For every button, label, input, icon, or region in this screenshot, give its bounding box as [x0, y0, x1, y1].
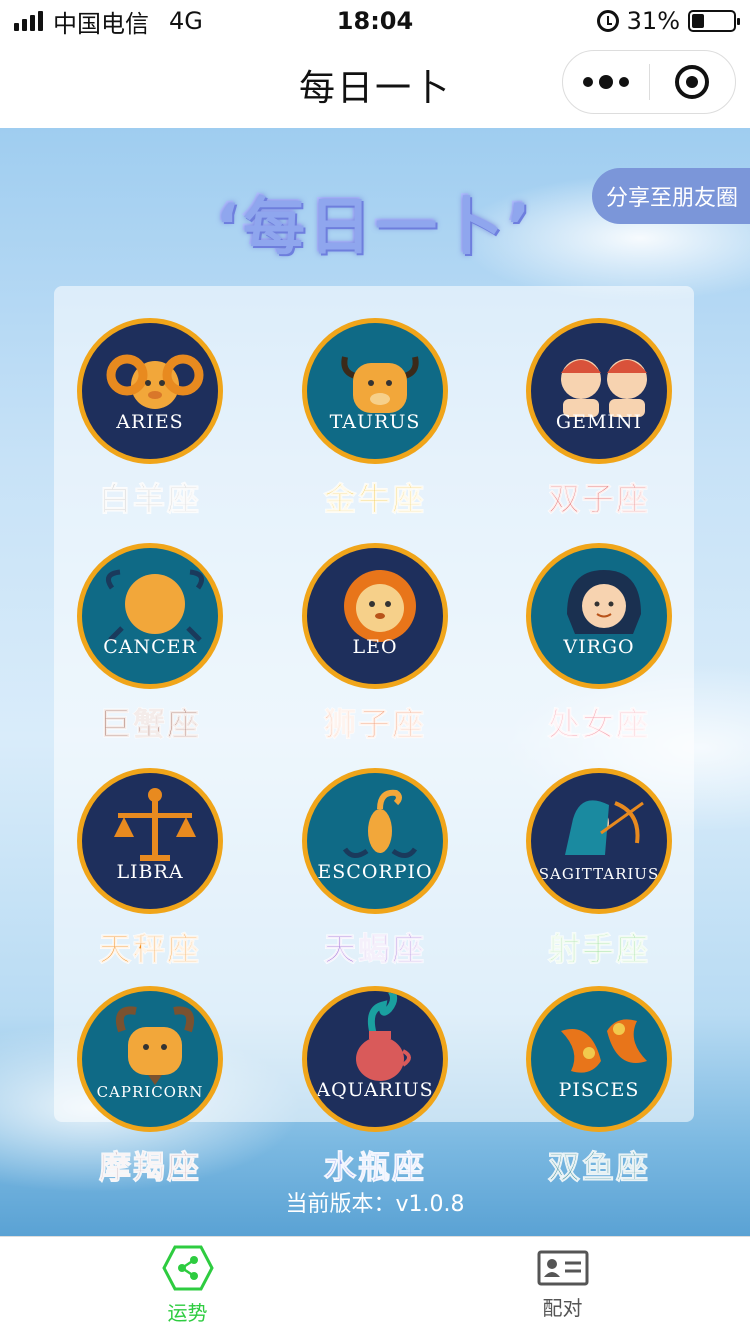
zodiac-aquarius[interactable]: AQUARIUS 水瓶座 [275, 986, 475, 1206]
zodiac-taurus[interactable]: TAURUS 金牛座 [275, 318, 475, 538]
twins-icon[interactable]: GEMINI [526, 318, 672, 464]
bull-icon[interactable]: TAURUS [302, 318, 448, 464]
zodiac-cn-name: 水瓶座 [323, 1148, 426, 1187]
battery-fill [692, 14, 705, 28]
zodiac-capricorn[interactable]: CAPRICORN 摩羯座 [50, 986, 250, 1206]
zodiac-cn-name: 双子座 [547, 480, 650, 519]
zodiac-en-name: VIRGO [563, 636, 635, 658]
zodiac-cn-name: 狮子座 [323, 705, 426, 744]
signal-icon [14, 11, 43, 31]
water-jar-icon[interactable]: AQUARIUS [302, 986, 448, 1132]
mini-program-capsule [562, 50, 736, 114]
alarm-icon [596, 10, 619, 32]
zodiac-gemini[interactable]: GEMINI 双子座 [499, 318, 699, 538]
zodiac-en-name: GEMINI [555, 411, 643, 433]
zodiac-en-name: ARIES [116, 411, 184, 433]
nav-bar: 每日一卜 [0, 42, 750, 128]
zodiac-cn-name: 金牛座 [323, 480, 426, 519]
zodiac-en-name: CAPRICORN [96, 1083, 204, 1101]
target-close-icon[interactable] [650, 65, 736, 99]
zodiac-pisces[interactable]: PISCES 双鱼座 [499, 986, 699, 1206]
zodiac-cn-name: 天秤座 [98, 930, 201, 969]
tab-fortune[interactable]: 运势 [0, 1237, 375, 1334]
page-title: 每日一卜 [298, 68, 451, 109]
ram-icon[interactable]: ARIES [77, 318, 223, 464]
zodiac-cn-name: 白羊座 [98, 480, 201, 519]
tab-fortune-label: 运势 [167, 1301, 208, 1325]
goat-icon[interactable]: CAPRICORN [77, 986, 223, 1132]
main-content: ‘每日一卜’ 分享至朋友圈 ARIES 白羊座 TAURUS 金牛座 GEMINI 双子座… [0, 128, 750, 1236]
share-hexagon-icon [161, 1245, 214, 1291]
zodiac-en-name: LEO [352, 636, 398, 658]
zodiac-cn-name: 巨蟹座 [98, 705, 201, 744]
zodiac-virgo[interactable]: VIRGO 处女座 [499, 543, 699, 763]
share-moments-button[interactable]: 分享至朋友圈 [591, 168, 750, 224]
zodiac-en-name: LIBRA [116, 861, 184, 883]
zodiac-leo[interactable]: LEO 狮子座 [275, 543, 475, 763]
tab-match[interactable]: 配对 [375, 1237, 750, 1334]
zodiac-en-name: CANCER [103, 636, 197, 658]
battery-icon [688, 10, 740, 32]
zodiac-cancer[interactable]: CANCER 巨蟹座 [50, 543, 250, 763]
zodiac-libra[interactable]: LIBRA 天秤座 [50, 768, 250, 988]
more-dots-icon[interactable] [563, 75, 649, 89]
carrier-label: 中国电信 [53, 9, 149, 38]
fish-icon[interactable]: PISCES [526, 986, 672, 1132]
zodiac-en-name: TAURUS [329, 411, 421, 433]
zodiac-cn-name: 射手座 [547, 930, 650, 969]
version-label: 当前版本：v1.0.8 [285, 1192, 465, 1217]
zodiac-en-name: SAGITTARIUS [538, 865, 660, 883]
scorpion-icon[interactable]: ESCORPIO [302, 768, 448, 914]
zodiac-cn-name: 天蝎座 [323, 930, 426, 969]
crab-icon[interactable]: CANCER [77, 543, 223, 689]
network-label: 4G [169, 7, 203, 35]
maiden-icon[interactable]: VIRGO [526, 543, 672, 689]
status-bar: 中国电信 4G 18:04 31% [0, 0, 750, 42]
zodiac-escorpio[interactable]: ESCORPIO 天蝎座 [275, 768, 475, 988]
status-left: 中国电信 4G [14, 4, 203, 39]
archer-icon[interactable]: SAGITTARIUS [526, 768, 672, 914]
zodiac-cn-name: 双鱼座 [547, 1148, 650, 1187]
zodiac-sagittarius[interactable]: SAGITTARIUS 射手座 [499, 768, 699, 988]
zodiac-en-name: AQUARIUS [316, 1079, 434, 1101]
zodiac-cn-name: 处女座 [547, 705, 650, 744]
zodiac-cn-name: 摩羯座 [98, 1148, 201, 1187]
tab-match-label: 配对 [542, 1296, 583, 1320]
status-right: 31% [596, 7, 740, 35]
scales-icon[interactable]: LIBRA [77, 768, 223, 914]
zodiac-en-name: PISCES [558, 1079, 640, 1101]
battery-percent: 31% [626, 7, 680, 35]
lion-icon[interactable]: LEO [302, 543, 448, 689]
id-card-icon [537, 1250, 588, 1286]
zodiac-en-name: ESCORPIO [317, 861, 433, 883]
zodiac-aries[interactable]: ARIES 白羊座 [50, 318, 250, 538]
tab-bar: 运势 配对 [0, 1236, 750, 1334]
